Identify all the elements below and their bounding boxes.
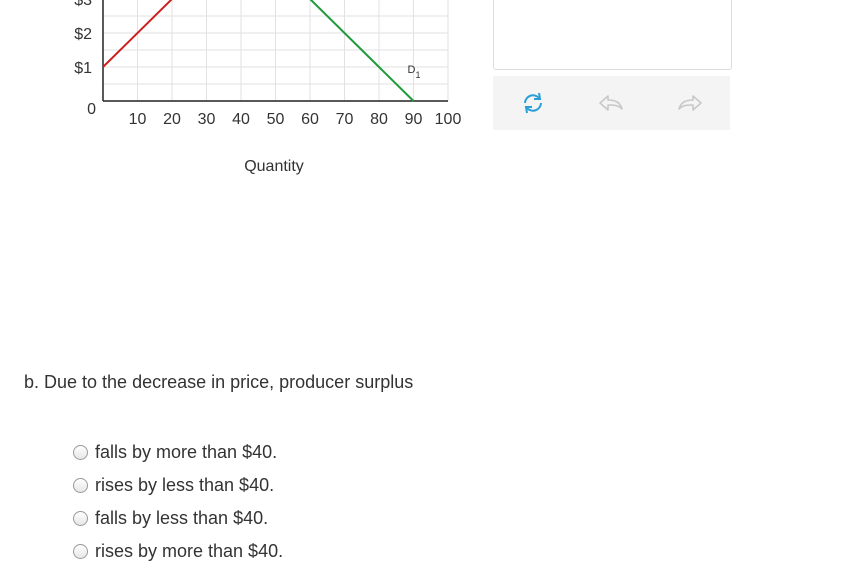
answer-option[interactable]: falls by less than $40. [73, 502, 283, 535]
answer-option[interactable]: falls by more than $40. [73, 436, 283, 469]
redo-icon [678, 95, 702, 111]
answer-options: falls by more than $40. rises by less th… [73, 436, 283, 568]
chart-tick-labels: 10 20 30 40 50 60 70 80 90 100 $1 $2 $3 0 [74, 0, 461, 128]
radio-button[interactable] [73, 511, 88, 526]
radio-button[interactable] [73, 544, 88, 559]
x-tick-label: 20 [163, 111, 181, 128]
x-tick-label: 40 [232, 111, 250, 128]
graph-toolbar [493, 76, 730, 130]
curve-label-subscript: 1 [415, 70, 420, 80]
x-tick-label: 80 [370, 111, 388, 128]
answer-option-label: rises by less than $40. [95, 475, 275, 495]
supply-demand-chart: 10 20 30 40 50 60 70 80 90 100$1$2$30 D1 Quantity [74, 0, 461, 175]
y-tick-label: $2 [74, 26, 92, 43]
redo-button[interactable] [673, 86, 707, 120]
x-tick-label: 30 [198, 111, 216, 128]
undo-icon [599, 95, 623, 111]
radio-button[interactable] [73, 445, 88, 460]
x-tick-label: 100 [435, 111, 462, 128]
x-tick-label: 90 [405, 111, 423, 128]
answer-option[interactable]: rises by more than $40. [73, 535, 283, 568]
reset-button[interactable] [516, 86, 550, 120]
x-tick-label: 70 [336, 111, 354, 128]
undo-button[interactable] [594, 86, 628, 120]
radio-button[interactable] [73, 478, 88, 493]
x-tick-label: 60 [301, 111, 319, 128]
origin-label: 0 [87, 101, 96, 118]
answer-option-label: rises by more than $40. [95, 541, 284, 561]
graph-tool-panel [493, 0, 732, 70]
y-tick-label: $3 [74, 0, 92, 9]
question-text: b. Due to the decrease in price, produce… [24, 372, 414, 392]
answer-option-label: falls by less than $40. [95, 508, 269, 528]
y-tick-label: $1 [74, 60, 92, 77]
x-axis-label: Quantity [244, 158, 304, 175]
answer-option[interactable]: rises by less than $40. [73, 469, 283, 502]
x-tick-label: 50 [267, 111, 285, 128]
reset-icon [524, 92, 542, 114]
x-tick-label: 10 [129, 111, 147, 128]
answer-option-label: falls by more than $40. [95, 442, 278, 462]
